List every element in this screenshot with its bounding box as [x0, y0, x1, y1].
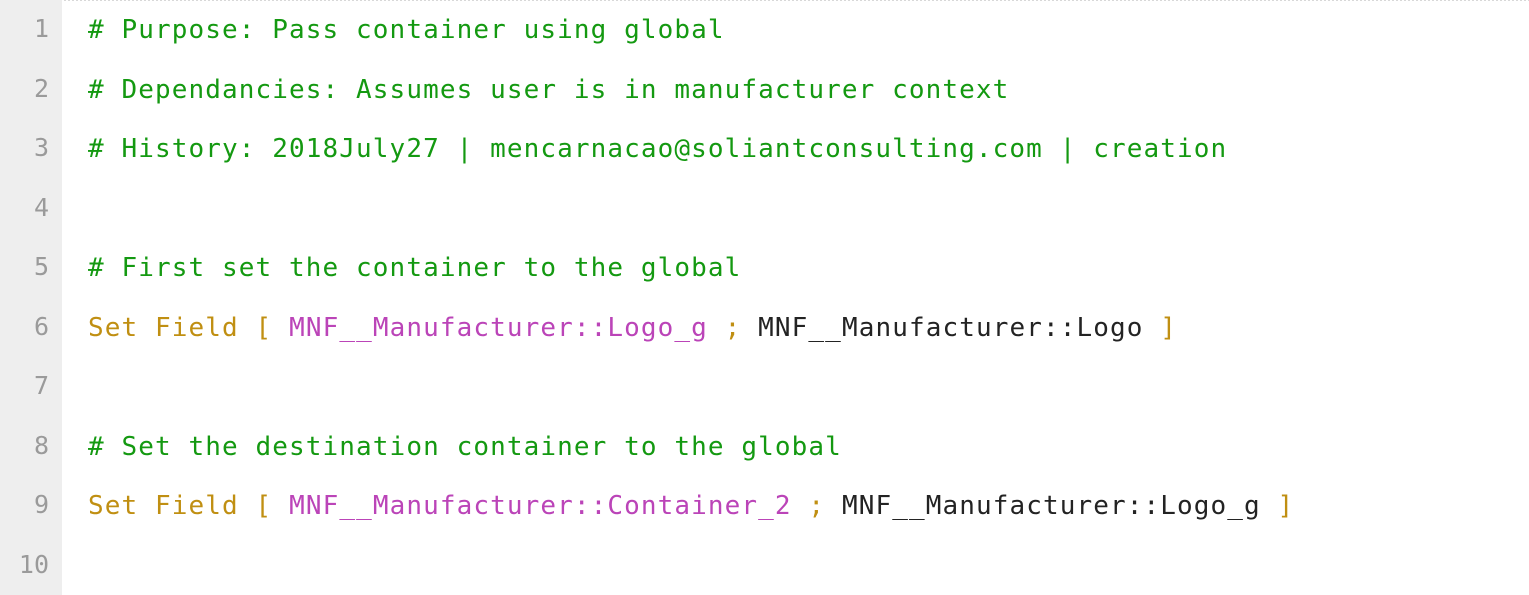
line-number: 2 — [33, 73, 49, 103]
token-comment: # Set the destination container to the g… — [88, 431, 842, 462]
line-number: 7 — [33, 371, 49, 400]
code-line[interactable]: # Set the destination container to the g… — [88, 431, 842, 463]
line-number: 9 — [33, 490, 49, 519]
token-comment: # History: 2018July27 | mencarnacao@soli… — [88, 134, 1228, 164]
token-comment: # First set the container to the global — [88, 253, 742, 283]
code-line[interactable]: # Purpose: Pass container using global — [88, 14, 725, 46]
line-number: 5 — [33, 252, 49, 281]
token-punct: ] — [1160, 312, 1178, 343]
line-number-gutter: 1 2 3 4 5 6 7 8 9 10 — [0, 0, 62, 595]
code-line[interactable]: Set Field [ MNF__Manufacturer::Logo_g ; … — [88, 312, 1177, 344]
code-line[interactable]: # Dependancies: Assumes user is in manuf… — [88, 74, 1009, 106]
token-keyword: Set Field — [88, 312, 256, 343]
token-field: MNF__Manufacturer::Container_2 — [289, 491, 809, 521]
token-punct: [ — [255, 312, 290, 343]
code-line[interactable]: # History: 2018July27 | mencarnacao@soli… — [88, 133, 1227, 165]
line-number: 4 — [33, 192, 49, 222]
code-line[interactable] — [88, 371, 105, 403]
token-field: MNF__Manufacturer::Logo_g — [289, 312, 725, 343]
code-editor[interactable]: 1 2 3 4 5 6 7 8 9 10 # Purpose: Pass container us… — [0, 0, 1529, 595]
line-number: 10 — [18, 549, 49, 579]
token-punct: ; — [724, 312, 759, 343]
line-number: 8 — [33, 430, 49, 460]
token-comment: # Purpose: Pass container using global — [88, 15, 725, 45]
line-number: 6 — [33, 311, 49, 341]
code-line[interactable] — [88, 193, 105, 225]
code-line[interactable]: Set Field [ MNF__Manufacturer::Container… — [88, 490, 1294, 522]
token-punct: [ — [255, 491, 290, 521]
token-plain: MNF__Manufacturer::Logo_g — [841, 491, 1278, 521]
line-number: 3 — [33, 133, 49, 162]
code-content-area[interactable]: # Purpose: Pass container using global # … — [62, 0, 1529, 595]
code-line[interactable]: # First set the container to the global — [88, 252, 741, 284]
token-comment: # Dependancies: Assumes user is in manuf… — [88, 74, 1010, 105]
token-punct: ; — [808, 491, 842, 521]
code-line[interactable] — [88, 550, 105, 582]
token-punct: ] — [1277, 491, 1295, 521]
token-keyword: Set Field — [88, 491, 256, 521]
token-plain: MNF__Manufacturer::Logo — [758, 312, 1161, 343]
line-number: 1 — [33, 14, 49, 43]
